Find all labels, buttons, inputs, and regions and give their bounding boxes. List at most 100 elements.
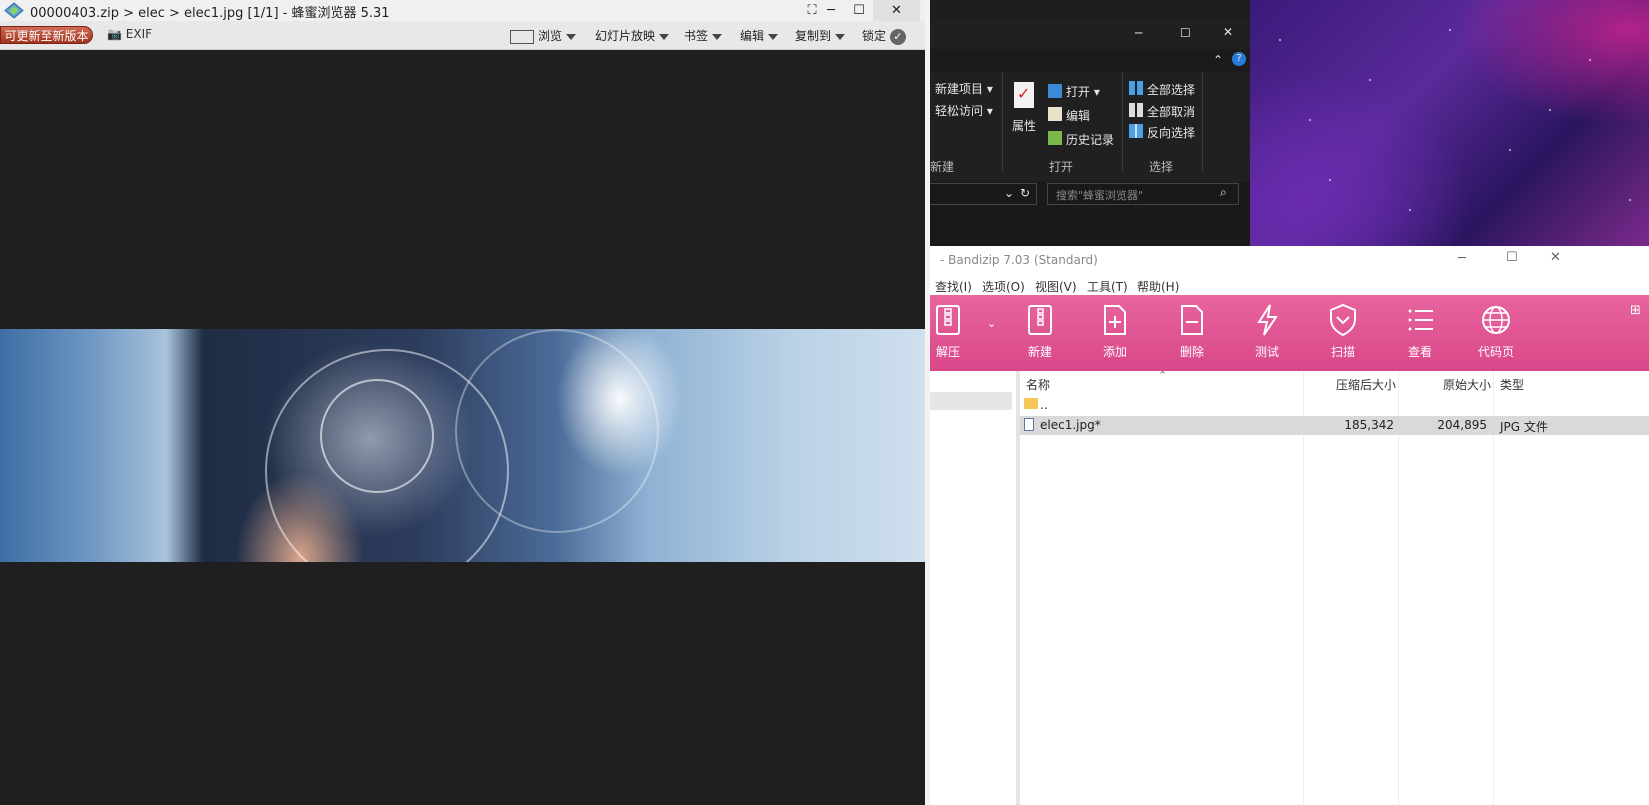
history-icon (1048, 131, 1062, 145)
compressed-size: 185,342 (1344, 418, 1394, 432)
browse-menu[interactable]: 浏览 (510, 27, 577, 44)
menu-find[interactable]: 查找(I) (935, 278, 972, 295)
bandizip-title-bar: - Bandizip 7.03 (Standard) ─ ☐ ✕ (930, 246, 1649, 274)
explorer-content (930, 208, 1250, 246)
bandizip-toolbar: 解压 ⌄ 新建 添加 删除 测试 扫描 查看 代码页 ⊞ (930, 295, 1649, 371)
minimize-button[interactable]: ─ (1135, 26, 1142, 40)
refresh-icon[interactable]: ↻ (1020, 186, 1030, 200)
maximize-button[interactable]: ☐ (1180, 26, 1191, 40)
delete-label: 删除 (1179, 345, 1204, 359)
file-name: .. (1040, 398, 1048, 412)
extract-label: 解压 (935, 345, 960, 359)
viewer-toolbar: 可更新至新版本 📷 EXIF 浏览 幻灯片放映 书签 编辑 复制到 锁定 ✓ (0, 21, 925, 50)
column-header-name[interactable]: 名称 (1026, 376, 1050, 393)
menu-tools[interactable]: 工具(T) (1087, 278, 1128, 295)
search-icon: ⌕ (1220, 185, 1227, 199)
easy-access-button[interactable]: 轻松访问 ▾ (935, 102, 993, 119)
bandizip-title-text: - Bandizip 7.03 (Standard) (940, 253, 1098, 267)
table-row[interactable]: .. (1020, 396, 1649, 415)
honeyview-app-icon (4, 2, 24, 19)
folder-tree-item[interactable] (930, 392, 1012, 410)
invert-selection-button[interactable]: 反向选择 (1147, 124, 1195, 141)
column-header-type[interactable]: 类型 (1500, 376, 1524, 393)
new-archive-button[interactable]: 新建 (1010, 303, 1070, 360)
open-button[interactable]: 打开 ▾ (1066, 83, 1100, 100)
new-item-button[interactable]: 新建项目 ▾ (935, 80, 993, 97)
test-label: 测试 (1254, 345, 1279, 359)
view-button[interactable]: 查看 (1390, 303, 1450, 360)
hologram-ring (320, 379, 434, 493)
add-button[interactable]: 添加 (1085, 303, 1145, 360)
menu-options[interactable]: 选项(O) (982, 278, 1025, 295)
menu-view[interactable]: 视图(V) (1035, 278, 1077, 295)
chevron-down-icon[interactable]: ⌄ (1004, 186, 1014, 200)
new-archive-label: 新建 (1027, 345, 1052, 359)
select-none-button[interactable]: 全部取消 (1147, 103, 1195, 120)
shield-icon (1330, 303, 1356, 337)
desktop-wallpaper (1250, 0, 1649, 246)
bookmark-menu[interactable]: 书签 (684, 27, 723, 44)
collapse-ribbon-icon[interactable]: ⌃ (1213, 53, 1223, 67)
viewer-title-text: 00000403.zip > elec > elec1.jpg [1/1] - … (30, 6, 390, 21)
sort-ascending-icon: ⌃ (1158, 369, 1168, 382)
table-row[interactable]: elec1.jpg* 185,342 204,895 JPG 文件 (1020, 416, 1649, 435)
help-icon[interactable]: ? (1232, 52, 1246, 66)
scan-label: 扫描 (1330, 345, 1355, 359)
easy-access-label: 轻松访问 (935, 104, 984, 118)
delete-file-icon (1181, 305, 1203, 335)
history-button[interactable]: 历史记录 (1066, 131, 1114, 148)
slideshow-menu[interactable]: 幻灯片放映 (595, 27, 670, 44)
explorer-title-bar: ─ ☐ ✕ (930, 21, 1250, 49)
add-label: 添加 (1102, 345, 1127, 359)
explorer-ribbon-tabs: ⌃ ? (930, 49, 1250, 72)
maximize-button[interactable]: ☐ (1506, 250, 1518, 265)
exif-label: EXIF (125, 27, 153, 41)
lock-toggle[interactable]: 锁定 ✓ (862, 27, 906, 45)
select-group-label: 选择 (1149, 160, 1174, 174)
copy-to-menu[interactable]: 复制到 (795, 27, 846, 44)
minimize-button[interactable]: ─ (1458, 251, 1466, 266)
browse-icon (510, 29, 534, 44)
list-view-icon (1408, 309, 1433, 331)
close-button[interactable]: ✕ (1223, 25, 1233, 39)
lock-label: 锁定 (862, 29, 887, 43)
select-all-button[interactable]: 全部选择 (1147, 81, 1195, 98)
layout-grid-icon[interactable]: ⊞ (1630, 303, 1641, 318)
view-label: 查看 (1407, 345, 1432, 359)
open-label: 打开 (1066, 85, 1091, 99)
edit-menu-label: 编辑 (740, 29, 765, 43)
column-divider (1303, 371, 1304, 805)
bandizip-file-list: 名称 ⌃ 压缩后大小 原始大小 类型 .. elec1.jpg* 185,342… (1020, 369, 1649, 805)
column-divider (1493, 371, 1494, 805)
image-file-icon (1024, 418, 1034, 431)
column-divider (1398, 371, 1399, 805)
update-version-button[interactable]: 可更新至新版本 (0, 26, 93, 44)
minimize-button[interactable]: ─ (817, 0, 845, 21)
chevron-down-icon[interactable]: ⌄ (987, 317, 996, 330)
delete-button[interactable]: 删除 (1162, 303, 1222, 360)
image-viewer-window: 00000403.zip > elec > elec1.jpg [1/1] - … (0, 0, 925, 805)
close-button[interactable]: ✕ (1550, 250, 1561, 265)
close-button[interactable]: ✕ (873, 0, 920, 21)
select-all-icon (1129, 81, 1143, 95)
maximize-button[interactable]: ☐ (845, 0, 873, 21)
menu-help[interactable]: 帮助(H) (1137, 278, 1179, 295)
codepage-button[interactable]: 代码页 (1466, 303, 1526, 360)
browse-menu-label: 浏览 (538, 29, 563, 43)
chevron-down-icon (835, 33, 846, 40)
column-header-original[interactable]: 原始大小 (1443, 376, 1491, 393)
ribbon-divider (1122, 72, 1123, 172)
address-bar[interactable]: ⌄ ↻ (930, 183, 1037, 205)
explorer-ribbon: 新建项目 ▾ 轻松访问 ▾ 新建 ✓ 属性 打开 ▾ 编辑 历史记录 打开 全部… (930, 72, 1250, 182)
select-none-icon (1129, 103, 1143, 117)
exif-button[interactable]: 📷 EXIF (107, 27, 152, 41)
scan-button[interactable]: 扫描 (1313, 303, 1373, 360)
edit-button[interactable]: 编辑 (1066, 107, 1090, 124)
edit-menu[interactable]: 编辑 (740, 27, 779, 44)
search-input[interactable]: 搜索"蜂蜜浏览器" ⌕ (1047, 183, 1239, 205)
chevron-down-icon (712, 33, 723, 40)
new-item-label: 新建项目 (935, 82, 984, 96)
column-header-compressed[interactable]: 压缩后大小 (1336, 376, 1396, 393)
test-button[interactable]: 测试 (1237, 303, 1297, 360)
properties-button[interactable]: 属性 (1012, 117, 1036, 134)
